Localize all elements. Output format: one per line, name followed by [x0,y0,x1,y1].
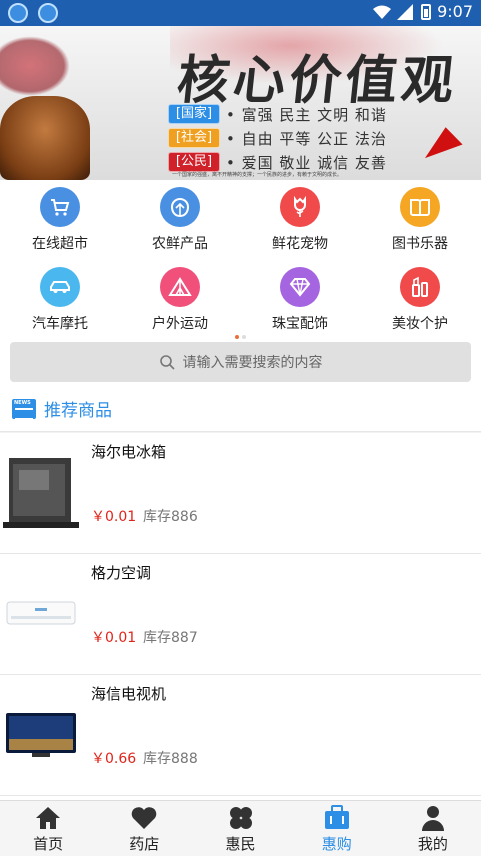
home-icon [36,807,61,829]
tab-shopping[interactable]: 惠购 [289,801,385,856]
heart-icon [131,807,157,829]
category-online-supermarket[interactable]: 在线超市 [0,180,120,260]
product-price: ￥0.66 [91,751,137,767]
category-label: 农鲜产品 [152,236,208,252]
product-item[interactable]: 海尔电冰箱 ￥0.01 库存886 [0,433,481,554]
product-price: ￥0.01 [91,630,137,646]
cabbage-icon [160,187,200,227]
tab-label: 药店 [129,835,160,853]
product-image-tv [2,685,80,785]
search-area: 请输入需要搜索的内容 [0,340,481,386]
product-stock: 库存887 [143,630,198,646]
app-notification-icon [8,3,28,23]
product-list: 海尔电冰箱 ￥0.01 库存886 格力空调 ￥0.01 库存887 海信电视机… [0,433,481,800]
clover-icon [229,807,252,829]
recommended-section-header: 推荐商品 [0,386,481,432]
product-item[interactable]: 海信电视机 ￥0.66 库存888 [0,675,481,796]
search-icon [159,355,175,370]
product-price: ￥0.01 [91,509,137,525]
category-flowers-pets[interactable]: 鲜花宠物 [240,180,360,260]
tab-benefits[interactable]: 惠民 [192,801,288,856]
car-icon [40,267,80,307]
news-icon [12,398,36,420]
category-jewelry[interactable]: 珠宝配饰 [240,260,360,340]
book-icon [400,187,440,227]
battery-icon [421,3,432,20]
value-text: • 自由 平等 公正 法治 [226,129,387,148]
product-name: 海尔电冰箱 [91,443,167,461]
category-grid: 在线超市 农鲜产品 鲜花宠物 图书乐器 汽车摩托 户外运动 珠宝配饰 美妆个护 [0,180,481,340]
status-bar: 9:07 [0,0,481,26]
page-dot [242,335,246,339]
product-name: 海信电视机 [91,685,167,703]
search-input[interactable]: 请输入需要搜索的内容 [10,342,471,382]
product-name: 格力空调 [91,564,152,582]
category-cosmetics[interactable]: 美妆个护 [360,260,480,340]
tab-home[interactable]: 首页 [0,801,96,856]
category-page-indicator [0,335,481,339]
category-label: 汽车摩托 [32,316,88,332]
flower-icon [280,187,320,227]
cosmetics-icon [400,267,440,307]
category-label: 珠宝配饰 [272,316,328,332]
lion-statue-image [0,36,90,180]
product-item[interactable]: 格力空调 ￥0.01 库存887 [0,554,481,675]
tab-label: 惠购 [321,835,352,853]
tab-profile[interactable]: 我的 [385,801,481,856]
value-text: • 爱国 敬业 诚信 友善 [226,153,387,172]
category-label: 图书乐器 [392,236,448,252]
tent-icon [160,267,200,307]
category-label: 户外运动 [152,316,208,332]
value-row: [社会] • 自由 平等 公正 法治 [168,126,387,150]
page-dot-active [235,335,239,339]
bottom-tab-bar: 首页 药店 惠民 惠购 我的 [0,800,481,856]
product-image-fridge [2,443,80,543]
tab-label: 首页 [33,835,64,853]
value-row: [国家] • 富强 民主 文明 和谐 [168,102,387,126]
banner-footnote: 一个国家的强盛，离不开精神的支撑；一个民族的进步，有赖于文明的成长。 [172,172,343,178]
category-label: 美妆个护 [392,316,448,332]
category-outdoor-sports[interactable]: 户外运动 [120,260,240,340]
tab-label: 我的 [417,835,448,853]
user-icon [421,806,444,831]
product-stock: 库存886 [143,509,198,525]
section-title: 推荐商品 [44,401,112,421]
category-cars-motorcycles[interactable]: 汽车摩托 [0,260,120,340]
search-placeholder: 请输入需要搜索的内容 [182,355,323,371]
app-notification-icon-2 [38,3,58,23]
paper-plane-graphic [417,123,463,159]
value-tag: [社会] [168,128,220,148]
category-label: 在线超市 [32,236,88,252]
cell-signal-icon [397,3,414,20]
core-values-list: [国家] • 富强 民主 文明 和谐 [社会] • 自由 平等 公正 法治 [公… [168,102,387,174]
clock: 9:07 [437,2,473,21]
product-stock: 库存888 [143,751,198,767]
category-label: 鲜花宠物 [272,236,328,252]
value-text: • 富强 民主 文明 和谐 [226,105,387,124]
value-tag: [国家] [168,104,220,124]
wifi-icon [373,5,392,19]
tab-label: 惠民 [225,835,256,853]
diamond-icon [280,267,320,307]
category-books-instruments[interactable]: 图书乐器 [360,180,480,260]
promo-banner[interactable]: 核心价值观 [国家] • 富强 民主 文明 和谐 [社会] • 自由 平等 公正… [0,26,481,180]
briefcase-icon [324,805,349,829]
tab-pharmacy[interactable]: 药店 [96,801,192,856]
product-image-aircon [2,564,80,664]
category-fresh-produce[interactable]: 农鲜产品 [120,180,240,260]
value-tag: [公民] [168,152,220,172]
cart-icon [40,187,80,227]
